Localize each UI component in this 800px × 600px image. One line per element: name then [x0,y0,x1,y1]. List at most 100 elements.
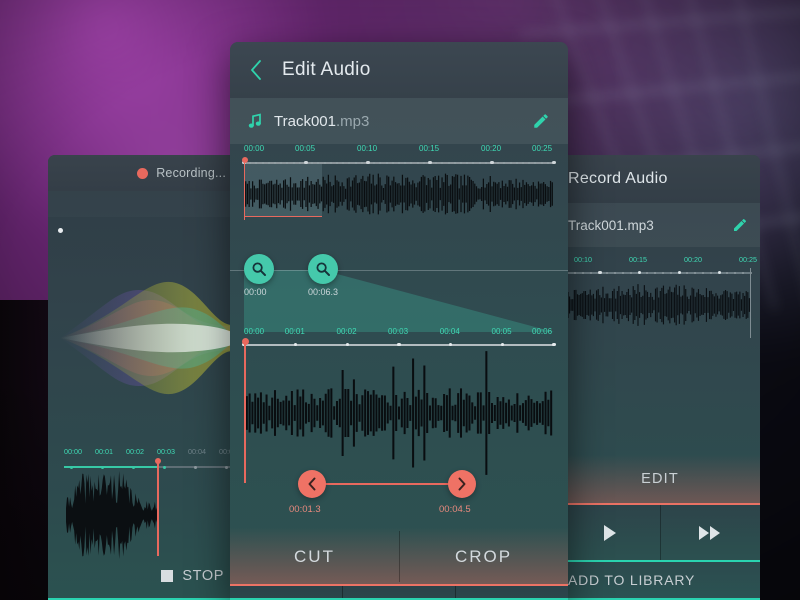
record-audio-axis[interactable] [560,271,752,275]
crop-start-label: 00:01.3 [289,504,321,515]
axis-minor-point [497,161,500,164]
crop-handle-end[interactable] [448,470,476,498]
axis-minor-point [255,161,258,164]
tick-label: 00:01 [284,327,305,336]
axis-minor-point [733,271,736,274]
overview-axis[interactable] [242,161,556,165]
record-audio-play-button[interactable] [560,505,661,561]
axis-minor-point [614,271,617,274]
detail-ruler: 00:00 00:01 00:02 00:03 00:04 00:05 00:06 [230,327,568,341]
tick-label: 00:05 [491,327,512,336]
recording-indicator-dot [137,167,149,179]
detail-playhead[interactable] [241,338,249,483]
record-audio-card[interactable]: Record Audio Track001.mp3 00:10 00:15 00:2… [560,155,760,600]
recording-waveform [66,471,157,559]
recording-playhead-knob[interactable] [154,458,161,464]
cut-button[interactable]: CUT [230,527,399,586]
siri-origin-dot [58,228,63,233]
record-audio-fast-forward-button[interactable] [661,505,761,561]
recording-status-label: Recording... [156,166,226,180]
recording-card[interactable]: Recording... 00:00 00:01 00:02 00:03 00:… [48,155,240,600]
recording-timeline-ruler: 00:00 00:01 00:02 00:03 00:04 00:05 [64,447,240,459]
recording-card-subbar [48,191,240,217]
recording-timeline-axis[interactable] [64,465,240,469]
tick-label: 00:10 [357,144,378,153]
axis-minor-point [311,161,314,164]
axis-minor-point [546,161,549,164]
stop-button-label: STOP [182,568,224,584]
detail-playhead-knob[interactable] [241,338,249,345]
modal-file-row[interactable]: Track001.mp3 [230,98,568,144]
axis-minor-point [725,271,728,274]
tick-label: 00:25 [739,255,757,264]
axis-minor-point [441,161,444,164]
tick-label: 00:05 [295,144,316,153]
axis-point [194,465,197,469]
axis-point [225,465,228,469]
overview-waveform [244,173,553,215]
magnifier-icon [252,262,266,276]
zoom-start-label: 00:00 [244,287,267,297]
chevron-right-icon [458,477,466,491]
edit-audio-modal[interactable]: Edit Audio Track001.mp3 00:00 00:05 00:10 0… [230,42,568,600]
modal-action-bar: CUT CROP [230,527,568,586]
axis-minor-point [709,271,712,274]
overview-playhead[interactable] [241,157,248,220]
axis-point [163,465,166,469]
axis-minor-point [348,161,351,164]
overview-playhead-knob[interactable] [241,157,248,163]
axis-minor-point [590,271,593,274]
pencil-icon[interactable] [532,112,550,130]
tick-label: 00:15 [629,255,647,264]
axis-minor-point [646,271,649,274]
axis-minor-point [693,271,696,274]
zoom-handle-right[interactable] [308,254,338,284]
tick-label: 00:06 [532,327,553,336]
chevron-left-icon[interactable] [250,60,262,80]
axis-major-point [552,161,556,165]
edit-button[interactable]: EDIT [560,455,760,503]
axis-minor-point [503,161,506,164]
zoom-end-label: 00:06.3 [308,287,339,297]
tick-label: 00:15 [419,144,440,153]
tick-label: 00:20 [481,144,502,153]
detail-axis[interactable] [242,343,556,347]
axis-minor-point [335,161,339,164]
axis-minor-point [410,161,413,164]
axis-minor-point [342,161,345,164]
axis-minor-point [741,271,744,274]
record-audio-ruler: 00:10 00:15 00:20 00:25 [560,255,760,267]
music-note-icon [248,113,261,128]
zoom-handle-left[interactable] [244,254,274,284]
crop-handle-start[interactable] [298,470,326,498]
record-audio-transport-bar [560,505,760,561]
modal-title: Edit Audio [282,59,371,80]
record-audio-file-row[interactable]: Track001.mp3 [560,203,760,247]
axis-minor-point [478,161,481,164]
crop-button-label: CROP [454,546,513,566]
axis-minor-point [447,161,450,164]
recording-elapsed-bar [64,466,157,468]
record-audio-file-name: Track001.mp3 [568,217,654,233]
stop-square-icon [161,570,174,582]
axis-minor-point [267,161,270,164]
record-audio-end-marker [750,268,752,338]
axis-minor-point [354,161,357,164]
modal-file-name: Track001.mp3 [274,113,520,130]
axis-minor-point [323,161,326,164]
axis-minor-point [329,161,332,164]
tick-label: 00:20 [684,255,702,264]
add-to-library-button[interactable]: ADD TO LIBRARY [560,562,760,598]
axis-major-point [490,161,494,165]
crop-button[interactable]: CROP [399,527,568,586]
pencil-icon[interactable] [732,217,748,233]
overview-waveform-panel[interactable]: 00:00 00:05 00:10 00:15 00:20 00:25 [230,144,568,252]
stop-button[interactable]: STOP [161,568,224,584]
axis-minor-point [298,161,301,164]
axis-minor-point [397,161,401,164]
axis-minor-point [534,161,537,164]
tick-label: 00:02 [336,327,357,336]
tick-label: 00:00 [244,327,265,336]
tick-label: 00:04 [188,447,206,456]
axis-minor-point [654,271,656,274]
